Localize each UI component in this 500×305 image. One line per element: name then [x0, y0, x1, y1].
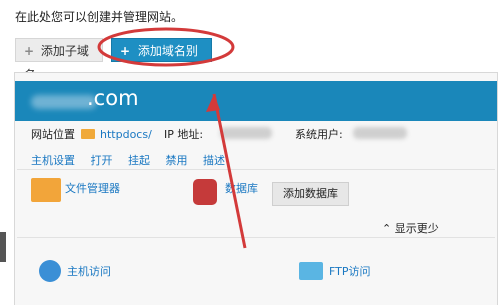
file-manager-link[interactable]: 文件管理器 — [65, 180, 120, 196]
docroot-link[interactable]: httpdocs/ — [100, 128, 152, 141]
hosting-access-link[interactable]: 主机访问 — [67, 263, 111, 279]
hosting-settings-link[interactable]: 主机设置 — [31, 154, 75, 167]
show-more-label: 显示更少 — [394, 222, 439, 235]
ftp-icon — [299, 262, 323, 280]
sysuser-label: 系统用户: — [295, 128, 343, 141]
open-link[interactable]: 打开 — [91, 154, 113, 167]
intro-text: 在此处您可以创建并管理网站。 — [15, 10, 184, 24]
folder-icon — [31, 178, 61, 202]
location-label: 网站位置 — [31, 128, 75, 141]
side-tab[interactable] — [0, 232, 6, 262]
annotation-circle — [97, 27, 235, 67]
add-database-button[interactable]: 添加数据库 — [272, 182, 349, 206]
suspend-link[interactable]: 挂起 — [128, 154, 150, 167]
ftp-access-link[interactable]: FTP访问 — [329, 263, 371, 279]
globe-icon — [39, 260, 61, 282]
chevron-up-icon: ⌃ — [382, 222, 392, 235]
annotation-arrow — [206, 93, 247, 249]
site-location: 网站位置 httpdocs/ — [31, 126, 152, 142]
site-domain: .com — [87, 86, 139, 110]
show-more-toggle[interactable]: ⌃ 显示更少 — [382, 220, 439, 236]
add-subdomain-button[interactable]: + 添加子域名 — [15, 38, 103, 82]
folder-icon — [80, 129, 95, 139]
sysuser-blur — [353, 127, 407, 139]
plus-icon: + — [24, 44, 35, 58]
